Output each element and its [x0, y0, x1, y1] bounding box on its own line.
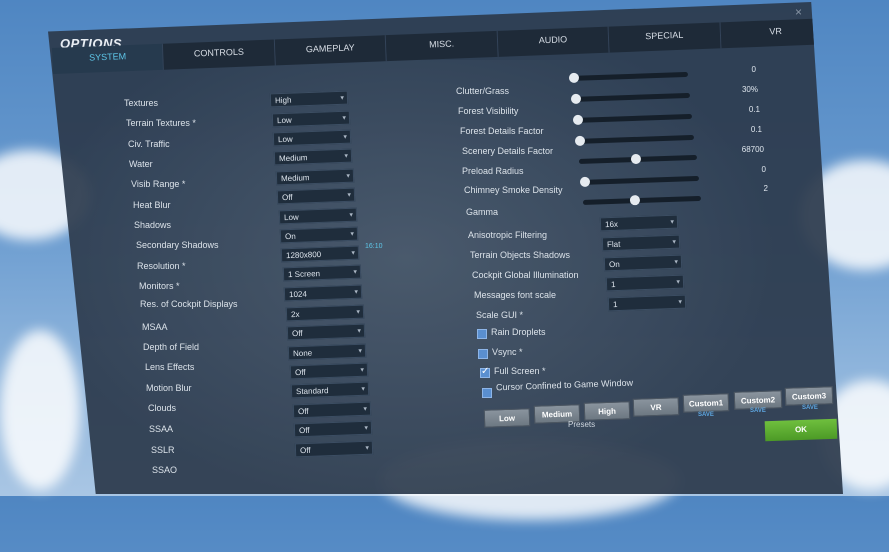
tab-audio[interactable]: AUDIO: [497, 26, 610, 57]
lens-effects-select[interactable]: None: [287, 343, 367, 361]
anisotropic-label: Anisotropic Filtering: [468, 230, 548, 240]
close-icon[interactable]: ×: [795, 5, 802, 19]
terrain-textures-label: Terrain Textures *: [126, 118, 196, 128]
clutter-value: 0: [751, 65, 756, 74]
chimney-smoke-label: Chimney Smoke Density: [464, 185, 563, 195]
scenery-details-value: 0.1: [750, 125, 762, 134]
preset-custom1-button[interactable]: Custom1: [682, 393, 730, 413]
motion-blur-select[interactable]: Off: [289, 362, 369, 380]
terrain-textures-select[interactable]: Low: [271, 110, 351, 128]
slider-knob[interactable]: [579, 176, 590, 188]
preset-low-button[interactable]: Low: [483, 408, 531, 428]
gamma-label: Gamma: [466, 207, 499, 217]
custom1-save-link[interactable]: SAVE: [698, 412, 714, 418]
tab-controls[interactable]: CONTROLS: [163, 39, 276, 70]
tab-misc[interactable]: MISC.: [386, 30, 499, 62]
water-select[interactable]: Medium: [273, 148, 353, 166]
lens-effects-label: Lens Effects: [145, 362, 195, 372]
slider-knob[interactable]: [572, 114, 583, 126]
ssao-select[interactable]: Off: [294, 440, 374, 458]
presets-label: Presets: [568, 420, 596, 429]
slider-knob[interactable]: [568, 72, 579, 84]
full-screen-label: Full Screen *: [494, 366, 546, 376]
secondary-shadows-select[interactable]: On: [279, 226, 359, 244]
resolution-select[interactable]: 1280x800: [280, 245, 360, 263]
clutter-label: Clutter/Grass: [456, 86, 510, 96]
preload-radius-value: 68700: [741, 145, 764, 154]
textures-label: Textures: [124, 98, 159, 108]
terrain-objects-shadows-label: Terrain Objects Shadows: [470, 250, 571, 260]
forest-visibility-label: Forest Visibility: [458, 106, 519, 116]
preset-high-button[interactable]: High: [583, 401, 631, 421]
cockpit-illumination-select[interactable]: On: [603, 254, 683, 272]
preset-vr-button[interactable]: VR: [632, 397, 680, 417]
aspect-ratio-text: 16:10: [365, 243, 383, 250]
scale-gui-label: Scale GUI *: [476, 310, 524, 320]
sslr-label: SSLR: [151, 445, 175, 455]
preload-radius-label: Preload Radius: [462, 166, 524, 176]
scenery-details-label: Scenery Details Factor: [462, 146, 554, 156]
ssaa-label: SSAA: [149, 424, 174, 434]
cockpit-illumination-label: Cockpit Global Illumination: [472, 270, 579, 280]
background-cloud: [0, 330, 80, 490]
monitors-select[interactable]: 1 Screen: [282, 264, 362, 282]
custom3-save-link[interactable]: SAVE: [802, 405, 818, 411]
rain-droplets-label: Rain Droplets: [491, 327, 546, 337]
monitors-label: Monitors *: [139, 281, 180, 291]
ssaa-select[interactable]: Off: [292, 401, 372, 419]
options-window: × OPTIONS SYSTEM CONTROLS GAMEPLAY MISC.…: [48, 2, 843, 494]
textures-select[interactable]: High: [269, 90, 349, 108]
msaa-select[interactable]: 2x: [285, 304, 365, 322]
clouds-select[interactable]: Standard: [290, 381, 370, 399]
heat-blur-select[interactable]: Off: [276, 187, 356, 205]
vsync-label: Vsync *: [492, 347, 523, 357]
slider-knob[interactable]: [574, 135, 585, 147]
depth-of-field-select[interactable]: Off: [286, 323, 366, 341]
forest-details-label: Forest Details Factor: [460, 126, 544, 136]
visib-range-label: Visib Range *: [131, 179, 186, 189]
gamma-value: 2: [763, 184, 768, 193]
res-cockpit-select[interactable]: 1024: [283, 284, 363, 302]
tab-special[interactable]: SPECIAL: [608, 22, 722, 53]
vsync-checkbox[interactable]: [478, 349, 488, 359]
clouds-label: Clouds: [148, 403, 177, 413]
rain-droplets-checkbox[interactable]: [477, 329, 487, 339]
terrain-objects-shadows-select[interactable]: Flat: [601, 234, 681, 252]
motion-blur-label: Motion Blur: [146, 383, 192, 393]
tab-vr[interactable]: VR: [720, 18, 833, 49]
res-cockpit-label: Res. of Cockpit Displays: [140, 299, 238, 309]
shadows-label: Shadows: [134, 220, 172, 230]
depth-of-field-label: Depth of Field: [143, 342, 200, 352]
full-screen-checkbox[interactable]: [480, 366, 490, 378]
visib-range-select[interactable]: Medium: [275, 168, 355, 186]
custom2-save-link[interactable]: SAVE: [750, 408, 766, 414]
slider-knob[interactable]: [630, 153, 641, 165]
messages-font-scale-label: Messages font scale: [474, 290, 557, 300]
forest-visibility-value: 30%: [741, 85, 758, 94]
tab-gameplay[interactable]: GAMEPLAY: [274, 35, 388, 66]
secondary-shadows-label: Secondary Shadows: [136, 240, 219, 250]
preset-custom2-button[interactable]: Custom2: [733, 390, 783, 410]
slider-knob[interactable]: [570, 93, 581, 105]
sslr-select[interactable]: Off: [293, 420, 373, 438]
messages-font-scale-select[interactable]: 1: [605, 274, 685, 292]
forest-details-value: 0.1: [748, 105, 760, 114]
scale-gui-select[interactable]: 1: [607, 294, 687, 312]
resolution-label: Resolution *: [137, 261, 186, 271]
shadows-select[interactable]: Low: [278, 207, 358, 225]
water-label: Water: [129, 159, 153, 169]
civ-traffic-label: Civ. Traffic: [128, 139, 170, 149]
preset-custom3-button[interactable]: Custom3: [784, 386, 834, 406]
anisotropic-select[interactable]: 16x: [599, 214, 679, 232]
chimney-smoke-value: 0: [761, 165, 766, 174]
ok-button[interactable]: OK: [764, 418, 838, 442]
heat-blur-label: Heat Blur: [133, 200, 171, 210]
tab-system[interactable]: SYSTEM: [52, 43, 165, 74]
msaa-label: MSAA: [142, 322, 168, 332]
cursor-confined-checkbox[interactable]: [482, 388, 492, 398]
ssao-label: SSAO: [152, 465, 178, 475]
civ-traffic-select[interactable]: Low: [272, 129, 352, 147]
